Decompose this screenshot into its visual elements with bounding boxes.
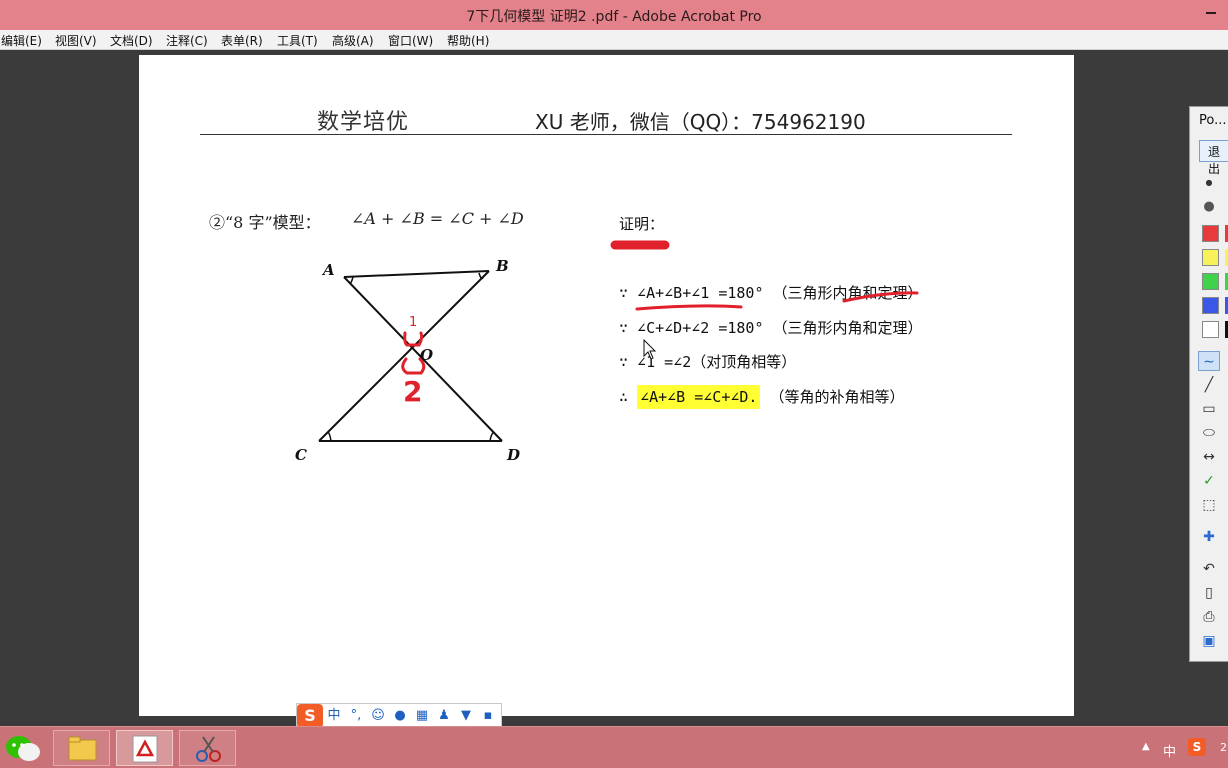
color-yellow-swatch[interactable]	[1202, 249, 1219, 266]
arrow-tool-icon[interactable]: ↔	[1198, 447, 1220, 467]
small-dot-icon[interactable]: ●	[1198, 173, 1220, 193]
ink-angle1-number: 1	[409, 315, 417, 330]
color-white-swatch[interactable]	[1202, 321, 1219, 338]
folder-icon	[68, 736, 97, 761]
wechat-icon[interactable]	[2, 732, 46, 764]
check-tool-icon[interactable]: ✓	[1198, 471, 1220, 491]
grid-menu-icon[interactable]: ▪	[477, 705, 499, 727]
acrobat-taskbar-button[interactable]	[116, 730, 173, 766]
color-blue-swatch[interactable]	[1202, 297, 1219, 314]
segment-ab	[343, 270, 490, 278]
menu-bar: 编辑(E) 视图(V) 文档(D) 注释(C) 表单(R) 工具(T) 高级(A…	[0, 30, 1228, 50]
user-icon[interactable]: ♟	[433, 705, 455, 727]
ink-angle2-arc	[401, 357, 426, 375]
line-tool-icon[interactable]: ╱	[1198, 375, 1220, 395]
undo-icon[interactable]: ↶	[1198, 559, 1220, 579]
proof-line-2: ∵ ∠C+∠D+∠2 =180° （三角形内角和定理）	[619, 319, 923, 337]
figure-eight-diagram: A B C D O 1 2	[295, 257, 520, 464]
conclusion-prefix: ∴	[619, 388, 638, 406]
angle-mark-b	[478, 272, 484, 280]
file-explorer-taskbar-button[interactable]	[53, 730, 110, 766]
conclusion-reason: （等角的补角相等）	[760, 388, 905, 406]
label-a: A	[321, 261, 335, 279]
model-title: ②“8 字”模型：	[209, 213, 321, 232]
ime-mode-button[interactable]: 中	[323, 705, 345, 727]
color-green-swatch[interactable]	[1202, 273, 1219, 290]
angle-mark-a	[349, 276, 354, 284]
acrobat-icon	[132, 735, 158, 763]
angle-mark-d	[489, 431, 495, 442]
menu-forms[interactable]: 表单(R)	[221, 32, 263, 49]
angle-mark-c	[327, 431, 332, 442]
menu-window[interactable]: 窗口(W)	[388, 32, 433, 49]
menu-help[interactable]: 帮助(H)	[447, 32, 489, 49]
proof-label: 证明：	[619, 215, 665, 233]
header-divider	[200, 134, 1012, 135]
ink-underline-line1	[635, 304, 743, 311]
screen-icon[interactable]: ▣	[1198, 631, 1220, 651]
move-tool-icon[interactable]: ✚	[1198, 527, 1220, 547]
exit-button[interactable]: 退出	[1199, 140, 1228, 176]
tray-clock[interactable]: 2	[1220, 741, 1227, 754]
taskbar: ▲ 中 S 2	[0, 726, 1228, 768]
mouse-cursor-icon	[643, 339, 657, 360]
menu-document[interactable]: 文档(D)	[110, 32, 153, 49]
rectangle-tool-icon[interactable]: ▭	[1198, 399, 1220, 419]
label-b: B	[495, 257, 509, 275]
scissors-icon	[196, 736, 221, 762]
tray-expand-icon[interactable]: ▲	[1142, 741, 1150, 752]
tray-language[interactable]: 中	[1163, 741, 1176, 760]
title-bar: 7下几何模型 证明2 .pdf - Adobe Acrobat Pro	[0, 0, 1228, 30]
proof-line-1: ∵ ∠A+∠B+∠1 =180° （三角形内角和定理）	[619, 284, 923, 302]
skin-icon[interactable]: ▼	[455, 705, 477, 727]
panel-title: Po...	[1199, 113, 1227, 128]
model-formula: ∠A + ∠B = ∠C + ∠D	[351, 209, 524, 228]
microphone-icon[interactable]: ●	[389, 705, 411, 727]
header-course: 数学培优	[317, 110, 410, 135]
ellipse-tool-icon[interactable]: ⬭	[1198, 423, 1220, 443]
large-dot-icon[interactable]: ●	[1198, 197, 1220, 217]
segment-bc	[318, 270, 490, 442]
snipping-tool-taskbar-button[interactable]	[179, 730, 236, 766]
emoji-icon[interactable]: ☺	[367, 705, 389, 727]
menu-comment[interactable]: 注释(C)	[166, 32, 208, 49]
print-icon[interactable]: ⎙	[1198, 607, 1220, 627]
label-c: C	[295, 446, 307, 464]
drawing-tools-panel: Po... 退出 ● ● ∼ ╱ ▭ ⬭ ↔ ✓ ⬚ ✚ ↶ ▯ ⎙ ▣	[1189, 106, 1228, 662]
color-red-swatch[interactable]	[1202, 225, 1219, 242]
proof-conclusion: ∴ ∠A+∠B =∠C+∠D. （等角的补角相等）	[619, 385, 905, 409]
tray-sogou-icon[interactable]: S	[1188, 738, 1206, 756]
keyboard-icon[interactable]: ▦	[411, 705, 433, 727]
new-page-icon[interactable]: ▯	[1198, 583, 1220, 603]
menu-view[interactable]: 视图(V)	[55, 32, 97, 49]
header-contact: XU 老师，微信（QQ）：754962190	[535, 110, 866, 134]
ime-punct-button[interactable]: °,	[345, 705, 367, 727]
pdf-page[interactable]: 数学培优 XU 老师，微信（QQ）：754962190 ②“8 字”模型： ∠A…	[139, 55, 1074, 716]
conclusion-highlight: ∠A+∠B =∠C+∠D.	[637, 385, 761, 409]
ink-angle2-number: 2	[403, 375, 422, 408]
freehand-pen-icon[interactable]: ∼	[1198, 351, 1220, 371]
menu-advanced[interactable]: 高级(A)	[332, 32, 374, 49]
menu-tools[interactable]: 工具(T)	[277, 32, 318, 49]
sogou-logo-icon[interactable]: S	[297, 704, 323, 728]
menu-edit[interactable]: 编辑(E)	[1, 32, 42, 49]
ink-annotations	[610, 240, 919, 311]
selection-tool-icon[interactable]: ⬚	[1198, 495, 1220, 515]
minimize-button[interactable]	[1204, 6, 1218, 20]
label-d: D	[506, 446, 520, 464]
window-title: 7下几何模型 证明2 .pdf - Adobe Acrobat Pro	[466, 9, 762, 25]
